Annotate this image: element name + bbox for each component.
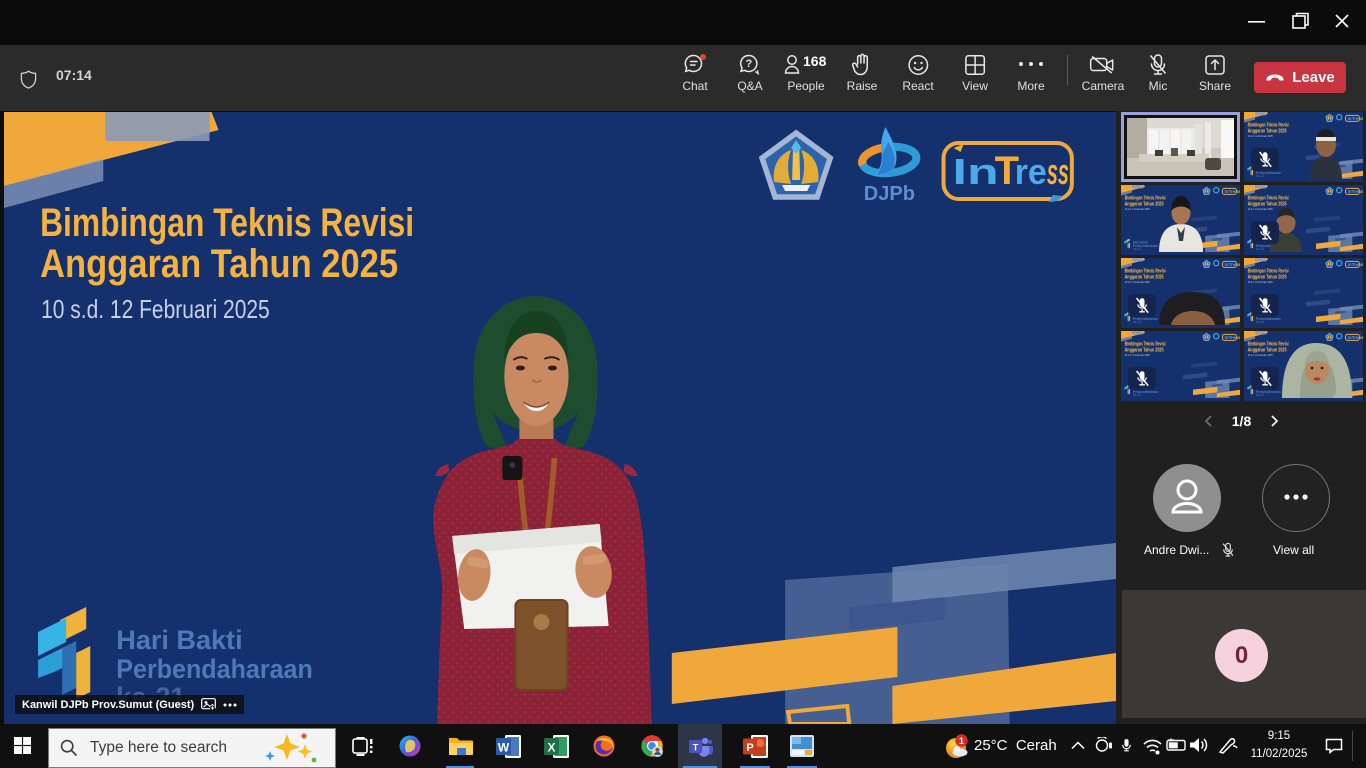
svg-text:DJPb: DJPb <box>864 183 915 205</box>
svg-text:Bimbingan Teknis Revisi: Bimbingan Teknis Revisi <box>40 201 414 245</box>
svg-text:Hari Bakti: Hari Bakti <box>116 625 242 655</box>
svg-text:1: 1 <box>959 736 964 746</box>
svg-text:P: P <box>746 742 753 754</box>
svg-text:X: X <box>547 740 555 754</box>
svg-text:10 s.d. 12 Februari 2025: 10 s.d. 12 Februari 2025 <box>41 294 270 324</box>
svg-text:?: ? <box>745 58 752 70</box>
svg-text:W: W <box>497 740 509 754</box>
svg-text:Perbendaharaan: Perbendaharaan <box>116 654 313 684</box>
svg-text:ss: ss <box>1047 151 1069 192</box>
svg-text:In: In <box>953 151 999 192</box>
svg-text:Anggaran Tahun 2025: Anggaran Tahun 2025 <box>40 242 398 286</box>
svg-text:168: 168 <box>803 53 827 69</box>
svg-text:T: T <box>692 743 698 754</box>
svg-text:re: re <box>1015 151 1047 192</box>
